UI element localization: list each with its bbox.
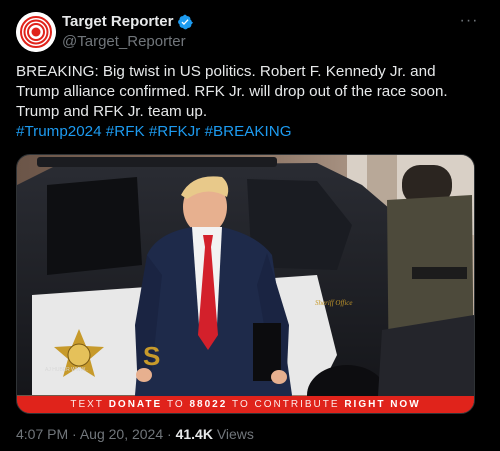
- meta-separator: ·: [72, 426, 77, 442]
- views-count: 41.4K: [175, 426, 213, 442]
- more-options-icon: ···: [459, 12, 479, 29]
- donation-banner: TEXT DONATE TO 88022 TO CONTRIBUTE RIGHT…: [17, 396, 474, 413]
- hashtag-link[interactable]: #RFK: [106, 123, 145, 140]
- banner-bold-text: DONATE: [108, 399, 163, 410]
- hashtag-link[interactable]: #BREAKING: [205, 123, 292, 140]
- tweet-date[interactable]: Aug 20, 2024: [80, 426, 163, 442]
- meta-separator: ·: [167, 426, 172, 442]
- banner-text: TEXT: [70, 399, 104, 410]
- banner-text: TO CONTRIBUTE: [232, 399, 340, 410]
- tweet-text: BREAKING: Big twist in US politics. Robe…: [16, 62, 486, 142]
- account-handle[interactable]: @Target_Reporter: [62, 33, 186, 50]
- views-label: Views: [216, 426, 254, 442]
- door-lettering: Sheriff Office: [315, 299, 353, 307]
- hashtag-link[interactable]: #RFKJr: [149, 123, 200, 140]
- tweet-line-1: BREAKING: Big twist in US politics. Robe…: [16, 63, 436, 80]
- hashtag-list: #Trump2024 #RFK #RFKJr #BREAKING: [16, 122, 486, 142]
- tweet-image[interactable]: S Sheriff Office AJ HUBER WWW.. TEXT DON…: [16, 154, 475, 414]
- more-options-button[interactable]: ···: [458, 10, 480, 32]
- photo-scene: S Sheriff Office: [17, 155, 474, 413]
- banner-text: TO: [166, 399, 185, 410]
- tweet: Target Reporter @Target_Reporter ··· BRE…: [0, 0, 500, 451]
- photo-watermark: AJ HUBER WWW..: [45, 367, 88, 373]
- hashtag-link[interactable]: #Trump2024: [16, 123, 102, 140]
- avatar[interactable]: [16, 12, 56, 52]
- banner-bold-text: RIGHT NOW: [344, 399, 421, 410]
- display-name[interactable]: Target Reporter: [62, 13, 173, 30]
- banner-bold-text: 88022: [189, 399, 228, 410]
- verified-badge-icon: [178, 14, 194, 29]
- tweet-line-3: Trump and RFK Jr. team up.: [16, 103, 208, 120]
- tweet-time[interactable]: 4:07 PM: [16, 426, 68, 442]
- account-name-row: Target Reporter: [62, 13, 194, 30]
- car-lettering: S: [143, 341, 160, 371]
- target-logo-icon: [16, 12, 56, 52]
- tweet-line-2: Trump alliance confirmed. RFK Jr. will d…: [16, 83, 448, 100]
- tweet-meta: 4:07 PM · Aug 20, 2024 · 41.4K Views: [16, 426, 254, 442]
